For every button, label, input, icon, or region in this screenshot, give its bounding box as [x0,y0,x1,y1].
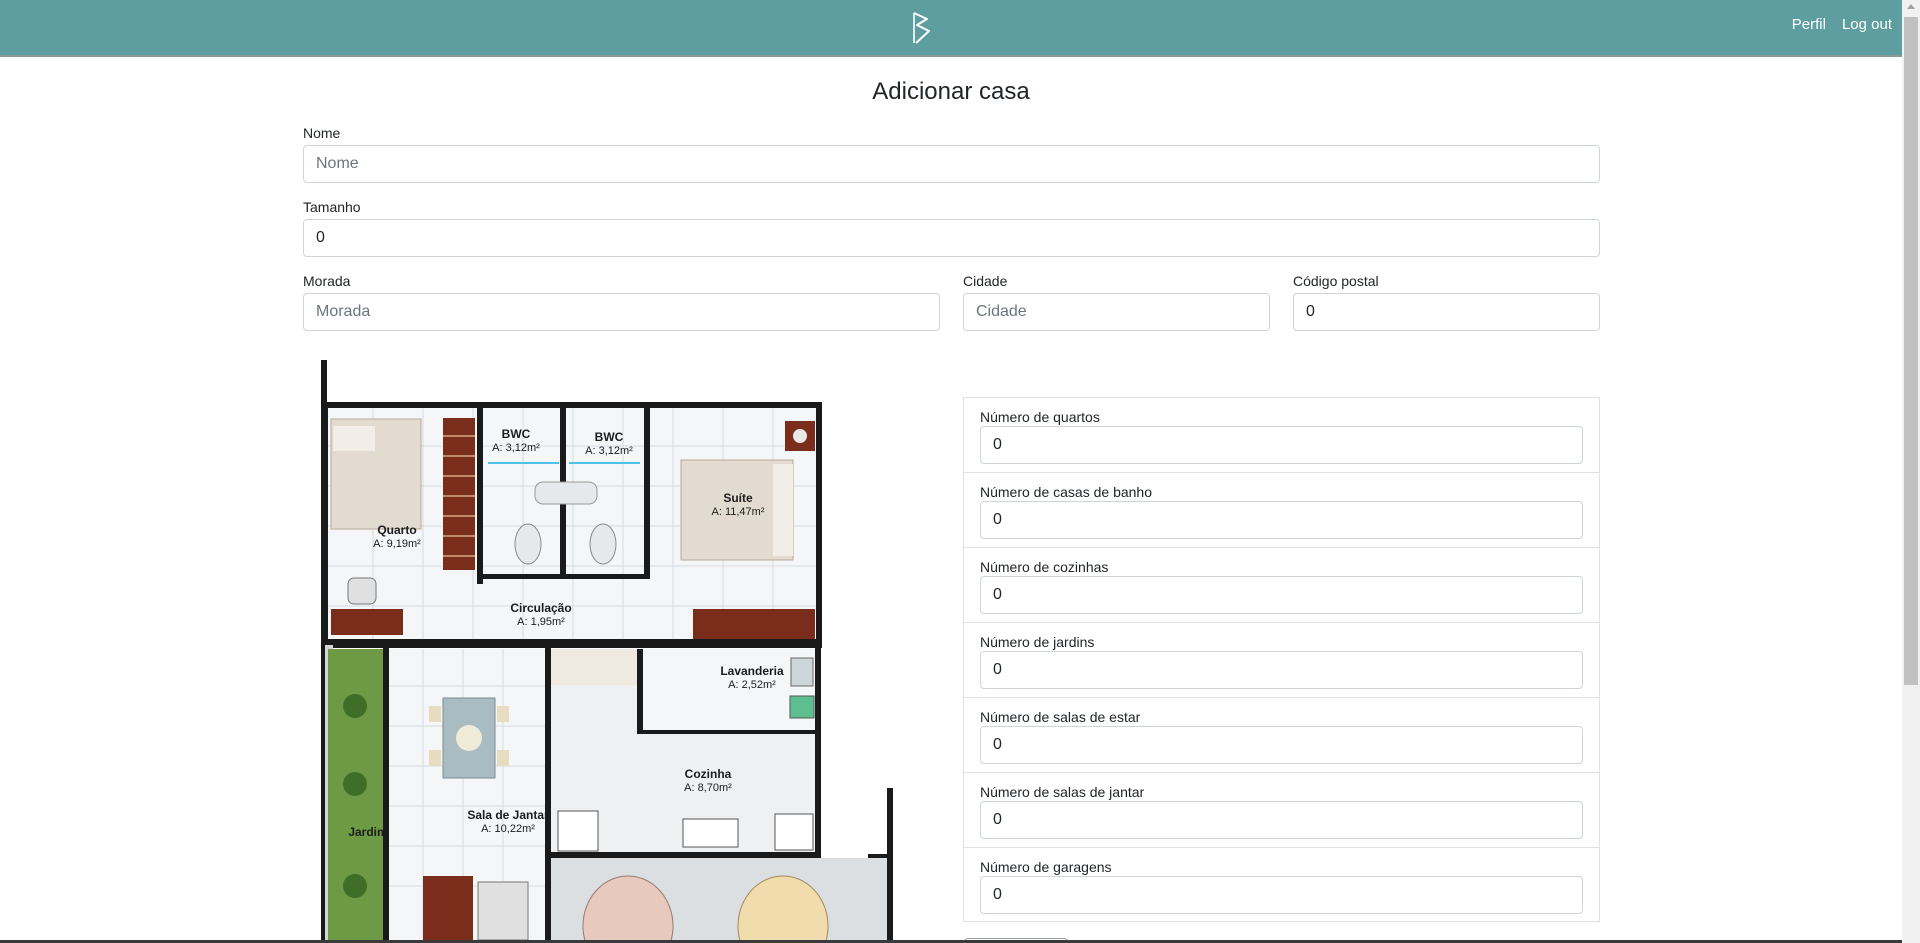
count-row-salas-de-estar: Número de salas de estar [964,698,1599,773]
room-area-suite: A: 11,47m² [712,506,765,518]
room-label-jardim: Jardim [348,825,387,839]
count-row-jardins: Número de jardins [964,623,1599,698]
jardins-input[interactable] [980,651,1583,689]
quartos-input[interactable] [980,426,1583,464]
page-scrollbar[interactable] [1902,0,1920,943]
count-row-casas-de-banho: Número de casas de banho [964,473,1599,548]
salas-de-estar-label: Número de salas de estar [980,709,1141,725]
scrollbar-thumb[interactable] [1904,17,1918,685]
room-area-bwc-2: A: 3,12m² [585,445,633,457]
garagens-label: Número de garagens [980,859,1112,875]
count-row-quartos: Número de quartos [964,398,1599,473]
nome-input[interactable] [303,145,1600,183]
cidade-input[interactable] [963,293,1270,331]
ea-logo-icon[interactable] [909,10,935,46]
quartos-label: Número de quartos [980,409,1100,425]
salas-de-jantar-input[interactable] [980,801,1583,839]
room-area-quarto: A: 9,19m² [373,538,421,550]
floor-plan-image: Quarto BWC BWC Suíte Circulação Lavander… [303,356,933,940]
count-row-salas-de-jantar: Número de salas de jantar [964,773,1599,848]
morada-input[interactable] [303,293,940,331]
cozinhas-label: Número de cozinhas [980,559,1109,575]
jardins-label: Número de jardins [980,634,1095,650]
room-label-bwc-1: BWC [502,427,531,441]
count-row-garagens: Número de garagens [964,848,1599,923]
salas-de-jantar-label: Número de salas de jantar [980,784,1145,800]
nav-link-logout[interactable]: Log out [1842,16,1892,33]
room-area-circulacao: A: 1,95m² [517,616,565,628]
page-title: Adicionar casa [872,78,1030,105]
cidade-label: Cidade [963,273,1008,289]
count-row-cozinhas: Número de cozinhas [964,548,1599,623]
cozinhas-input[interactable] [980,576,1583,614]
room-label-suite: Suíte [723,491,753,505]
nome-label: Nome [303,125,341,141]
tamanho-label: Tamanho [303,199,361,215]
top-navbar: Perfil Log out [0,0,1902,57]
garagens-input[interactable] [980,876,1583,914]
room-label-cozinha: Cozinha [685,767,732,781]
room-label-quarto: Quarto [377,523,416,537]
room-counts-list: Número de quartos Número de casas de ban… [963,397,1600,922]
casas-de-banho-label: Número de casas de banho [980,484,1152,500]
codigo-postal-input[interactable] [1293,293,1600,331]
casas-de-banho-input[interactable] [980,501,1583,539]
scroll-up-arrow-icon[interactable] [1907,4,1915,9]
room-area-sala-de-jantar: A: 10,22m² [481,823,535,835]
room-label-bwc-2: BWC [595,430,624,444]
salas-de-estar-input[interactable] [980,726,1583,764]
room-label-sala-de-jantar: Sala de Jantar [467,808,549,822]
tamanho-input[interactable] [303,219,1600,257]
codigo-postal-label: Código postal [1293,273,1379,289]
room-area-bwc-1: A: 3,12m² [492,442,540,454]
room-area-lavanderia: A: 2,52m² [728,679,776,691]
room-area-cozinha: A: 8,70m² [684,782,732,794]
room-label-lavanderia: Lavanderia [720,664,784,678]
nav-link-perfil[interactable]: Perfil [1792,16,1826,33]
morada-label: Morada [303,273,351,289]
room-label-circulacao: Circulação [510,601,571,615]
